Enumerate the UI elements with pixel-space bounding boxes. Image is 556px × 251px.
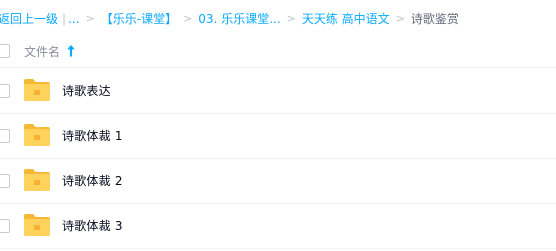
breadcrumb-item-2[interactable]: 03. 乐乐课堂... xyxy=(198,10,280,28)
breadcrumb-item-3[interactable]: 天天练 高中语文 xyxy=(302,10,390,28)
file-name[interactable]: 诗歌表达 xyxy=(62,82,111,99)
folder-icon xyxy=(24,214,50,236)
list-item[interactable]: 诗歌表达 xyxy=(0,69,556,114)
folder-icon xyxy=(24,124,50,146)
file-name[interactable]: 诗歌体裁 1 xyxy=(62,127,123,144)
breadcrumb: 返回上一级 | ... > 【乐乐-课堂】 > 03. 乐乐课堂... > 天天… xyxy=(0,10,459,28)
folder-icon xyxy=(24,169,50,191)
file-name[interactable]: 诗歌体裁 3 xyxy=(62,217,123,234)
back-link[interactable]: 返回上一级 xyxy=(0,10,58,28)
breadcrumb-ellipsis[interactable]: ... xyxy=(68,10,79,28)
row-checkbox[interactable] xyxy=(0,84,10,98)
list-header: 文件名 xyxy=(0,36,556,68)
filename-column-header[interactable]: 文件名 xyxy=(24,43,60,60)
chevron-right-icon: > xyxy=(286,12,296,25)
list-item[interactable]: 诗歌体裁 2 xyxy=(0,159,556,204)
file-name[interactable]: 诗歌体裁 2 xyxy=(62,172,123,189)
breadcrumb-current: 诗歌鉴赏 xyxy=(410,12,459,26)
breadcrumb-divider: | xyxy=(62,12,67,26)
row-checkbox[interactable] xyxy=(0,174,10,188)
folder-icon xyxy=(24,79,50,101)
list-item[interactable]: 诗歌体裁 1 xyxy=(0,114,556,159)
chevron-right-icon: > xyxy=(85,12,95,25)
row-checkbox[interactable] xyxy=(0,129,10,143)
chevron-right-icon: > xyxy=(183,12,193,25)
chevron-right-icon: > xyxy=(395,12,405,25)
breadcrumb-item-1[interactable]: 【乐乐-课堂】 xyxy=(101,10,177,28)
sort-up-arrow-icon[interactable] xyxy=(66,44,76,58)
list-item[interactable]: 诗歌体裁 3 xyxy=(0,204,556,249)
row-checkbox[interactable] xyxy=(0,219,10,233)
file-browser: 返回上一级 | ... > 【乐乐-课堂】 > 03. 乐乐课堂... > 天天… xyxy=(0,0,556,251)
select-all-checkbox[interactable] xyxy=(0,44,10,58)
